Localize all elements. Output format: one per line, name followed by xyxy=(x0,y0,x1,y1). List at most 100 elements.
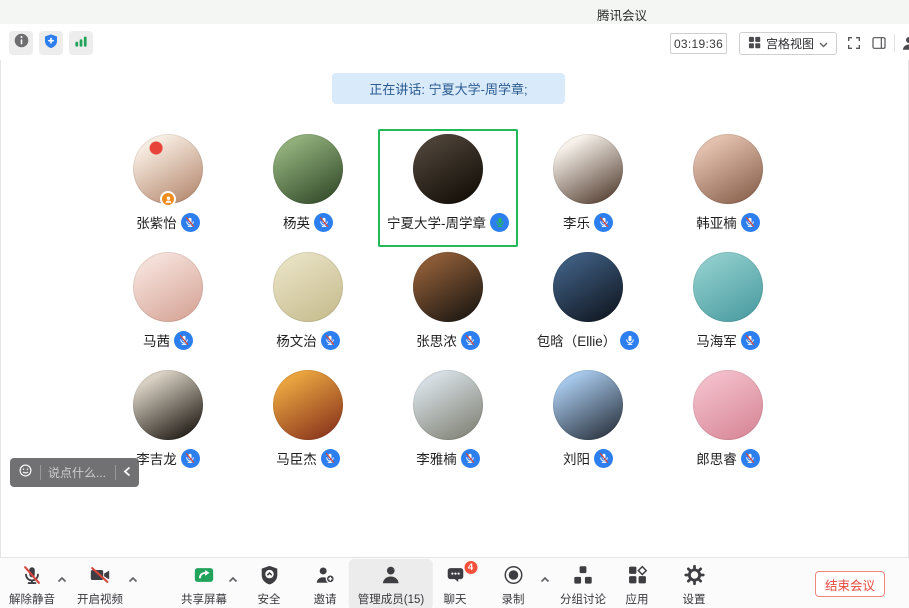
participant-cell[interactable]: 郎思睿 xyxy=(658,365,798,483)
participant-name-row: 郎思睿 xyxy=(696,448,760,468)
toolbar-chat[interactable]: 4聊天 xyxy=(444,563,467,607)
security-shield-icon xyxy=(258,563,280,587)
shield-protect-icon xyxy=(43,33,59,54)
participant-name: 李吉龙 xyxy=(136,448,177,468)
participant-name: 宁夏大学-周学章 xyxy=(387,212,486,232)
mic-status-icon[interactable] xyxy=(174,331,193,350)
participant-name-row: 马茜 xyxy=(143,330,193,350)
participant-cell[interactable]: 李乐 xyxy=(518,129,658,247)
emoji-icon[interactable] xyxy=(18,463,33,483)
meeting-info-button[interactable] xyxy=(9,31,33,55)
avatar xyxy=(133,134,203,204)
top-toolbar: 03:19:36 宫格视图 xyxy=(0,24,909,60)
participant-name-row: 马海军 xyxy=(696,330,760,350)
toolbar-item-label: 应用 xyxy=(626,591,649,607)
mic-status-icon[interactable] xyxy=(181,449,200,468)
toolbar-item-label: 开启视频 xyxy=(77,591,123,607)
participant-name-row: 刘阳 xyxy=(563,448,613,468)
participant-name-row: 李乐 xyxy=(563,212,613,232)
chevron-up-icon[interactable] xyxy=(540,570,550,588)
chevron-up-icon[interactable] xyxy=(57,570,67,588)
toolbar-camera-off[interactable]: 开启视频 xyxy=(77,563,123,607)
participant-cell[interactable]: 刘阳 xyxy=(518,365,658,483)
apps-icon xyxy=(626,563,648,587)
avatar xyxy=(413,134,483,204)
layout-view-button[interactable]: 宫格视图 xyxy=(739,32,837,55)
window-title: 腾讯会议 xyxy=(597,5,647,24)
mic-status-icon[interactable] xyxy=(741,449,760,468)
toolbar-invite[interactable]: 邀请 xyxy=(314,563,337,607)
toolbar-breakout[interactable]: 分组讨论 xyxy=(560,563,606,607)
mic-status-icon[interactable] xyxy=(314,213,333,232)
avatar xyxy=(413,252,483,322)
avatar xyxy=(273,134,343,204)
grid-view-icon xyxy=(748,36,761,52)
participant-name-row: 宁夏大学-周学章 xyxy=(387,212,509,232)
toolbar-apps[interactable]: 应用 xyxy=(626,563,649,607)
chat-input-placeholder[interactable]: 说点什么... xyxy=(48,464,108,481)
participant-cell[interactable]: 韩亚楠 xyxy=(658,129,798,247)
toolbar-record[interactable]: 录制 xyxy=(502,563,525,607)
avatar xyxy=(553,370,623,440)
members-icon xyxy=(380,563,402,587)
participant-name: 张思浓 xyxy=(416,330,457,350)
end-meeting-button[interactable]: 结束会议 xyxy=(815,571,885,597)
participant-name: 李乐 xyxy=(563,212,590,232)
toolbar-item-label: 安全 xyxy=(258,591,281,607)
participant-cell[interactable]: 张思浓 xyxy=(378,247,518,365)
mic-status-icon[interactable] xyxy=(741,213,760,232)
toolbar-settings-gear[interactable]: 设置 xyxy=(683,563,706,607)
avatar xyxy=(693,252,763,322)
participant-name: 马茜 xyxy=(143,330,170,350)
view-label: 宫格视图 xyxy=(766,35,814,52)
mic-status-icon[interactable] xyxy=(490,213,509,232)
avatar xyxy=(553,252,623,322)
chevron-up-icon[interactable] xyxy=(228,570,238,588)
participant-name-row: 包晗（Ellie） xyxy=(537,330,640,350)
mic-status-icon[interactable] xyxy=(620,331,639,350)
toolbar-security-shield[interactable]: 安全 xyxy=(258,563,281,607)
participant-cell[interactable]: 宁夏大学-周学章 xyxy=(378,129,518,247)
mic-status-icon[interactable] xyxy=(321,449,340,468)
participant-name-row: 杨文治 xyxy=(276,330,340,350)
mic-status-icon[interactable] xyxy=(461,449,480,468)
mic-status-icon[interactable] xyxy=(741,331,760,350)
participants-panel-icon[interactable] xyxy=(900,34,909,52)
mic-status-icon[interactable] xyxy=(594,213,613,232)
topbar-left-group xyxy=(9,31,93,55)
avatar xyxy=(413,370,483,440)
avatar xyxy=(693,370,763,440)
participant-cell[interactable]: 马臣杰 xyxy=(238,365,378,483)
fullscreen-button[interactable] xyxy=(845,34,863,52)
collapse-chevron-left-icon[interactable] xyxy=(123,464,131,482)
toolbar-item-label: 分组讨论 xyxy=(560,591,606,607)
side-panel-button[interactable] xyxy=(870,34,888,52)
participant-cell[interactable]: 杨英 xyxy=(238,129,378,247)
chat-quickbar[interactable]: 说点什么... xyxy=(10,458,139,487)
avatar xyxy=(693,134,763,204)
mic-status-icon[interactable] xyxy=(594,449,613,468)
toolbar-mic-muted[interactable]: 解除静音 xyxy=(9,563,55,607)
invite-icon xyxy=(314,563,337,587)
participant-cell[interactable]: 马茜 xyxy=(98,247,238,365)
participant-name: 杨英 xyxy=(283,212,310,232)
chevron-up-icon[interactable] xyxy=(128,570,138,588)
chatbar-divider xyxy=(115,465,116,480)
network-signal-button[interactable] xyxy=(69,31,93,55)
participant-name: 包晗（Ellie） xyxy=(537,330,617,350)
participant-cell[interactable]: 马海军 xyxy=(658,247,798,365)
participant-cell[interactable]: 包晗（Ellie） xyxy=(518,247,658,365)
mic-status-icon[interactable] xyxy=(181,213,200,232)
topbar-divider xyxy=(894,34,895,52)
participant-cell[interactable]: 张紫怡 xyxy=(98,129,238,247)
bottom-toolbar: 结束会议 解除静音开启视频 共享屏幕安全 邀请管理成员(15) 4聊天 录制分组讨论 应用… xyxy=(0,557,909,608)
shield-protect-button[interactable] xyxy=(39,31,63,55)
toolbar-item-label: 设置 xyxy=(683,591,706,607)
toolbar-members[interactable]: 管理成员(15) xyxy=(349,559,433,608)
toolbar-share-screen[interactable]: 共享屏幕 xyxy=(181,563,227,607)
participant-cell[interactable]: 杨文治 xyxy=(238,247,378,365)
mic-status-icon[interactable] xyxy=(321,331,340,350)
participant-name: 李雅楠 xyxy=(416,448,457,468)
participant-cell[interactable]: 李雅楠 xyxy=(378,365,518,483)
mic-status-icon[interactable] xyxy=(461,331,480,350)
